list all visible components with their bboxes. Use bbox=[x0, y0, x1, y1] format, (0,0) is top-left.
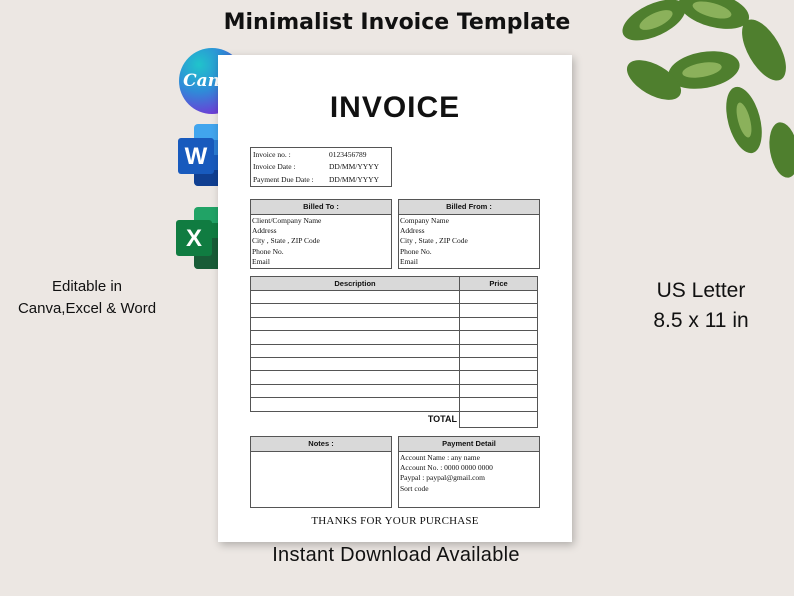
editable-caption-line2: Canva,Excel & Word bbox=[17, 300, 157, 317]
billed-from-line: Phone No. bbox=[400, 246, 432, 256]
price-cell bbox=[459, 383, 538, 399]
payment-detail-box: Payment Detail Account Name : any name A… bbox=[398, 436, 540, 508]
invoice-sheet: INVOICE Invoice no. : 0123456789 Invoice… bbox=[218, 55, 572, 542]
billed-from-line: City , State , ZIP Code bbox=[400, 236, 468, 246]
price-cell bbox=[459, 330, 538, 345]
billed-to-line: Phone No. bbox=[252, 246, 284, 256]
billed-to-line: Address bbox=[252, 226, 277, 236]
meta-label: Payment Due Date : bbox=[253, 174, 314, 184]
billed-to-box: Billed To : Client/Company Name Address … bbox=[250, 199, 392, 269]
meta-value: 0123456789 bbox=[329, 149, 367, 159]
price-header: Price bbox=[459, 276, 538, 291]
payment-line: Paypal : paypal@gmail.com bbox=[400, 473, 486, 483]
description-cell bbox=[250, 303, 460, 318]
items-table: Description Price TOTAL bbox=[250, 276, 538, 428]
billed-from-line: Address bbox=[400, 226, 425, 236]
price-cell bbox=[459, 343, 538, 358]
table-row bbox=[250, 316, 538, 332]
meta-label: Invoice Date : bbox=[253, 162, 296, 172]
description-cell bbox=[250, 370, 460, 385]
meta-row-invoice-no: Invoice no. : 0123456789 bbox=[251, 148, 391, 161]
description-cell bbox=[250, 316, 460, 332]
description-cell bbox=[250, 343, 460, 358]
table-row bbox=[250, 397, 538, 412]
billed-from-line: Email bbox=[400, 256, 418, 266]
table-row bbox=[250, 289, 538, 305]
description-cell bbox=[250, 289, 460, 305]
notes-heading: Notes : bbox=[251, 437, 391, 452]
table-row bbox=[250, 343, 538, 358]
invoice-title: INVOICE bbox=[329, 91, 461, 124]
billed-to-line: City , State , ZIP Code bbox=[252, 236, 320, 246]
price-cell bbox=[459, 370, 538, 385]
size-caption-line1: US Letter bbox=[656, 279, 746, 302]
items-header-row: Description Price bbox=[250, 276, 538, 291]
invoice-meta-box: Invoice no. : 0123456789 Invoice Date : … bbox=[250, 147, 392, 187]
page-headline: Minimalist Invoice Template bbox=[223, 10, 571, 35]
total-value-cell bbox=[459, 410, 538, 428]
meta-value: DD/MM/YYYY bbox=[329, 174, 380, 184]
meta-value: DD/MM/YYYY bbox=[329, 162, 380, 172]
notes-box: Notes : bbox=[250, 436, 392, 508]
description-cell bbox=[250, 383, 460, 399]
payment-line: Sort code bbox=[400, 483, 429, 493]
editable-caption: Editable in Canva,Excel & Word bbox=[0, 276, 174, 320]
table-row bbox=[250, 330, 538, 345]
table-row bbox=[250, 383, 538, 399]
meta-row-due-date: Payment Due Date : DD/MM/YYYY bbox=[251, 173, 391, 186]
billed-to-line: Email bbox=[252, 256, 270, 266]
excel-icon-letter: X bbox=[186, 225, 202, 252]
total-row: TOTAL bbox=[251, 410, 538, 428]
billed-from-box: Billed From : Company Name Address City … bbox=[398, 199, 540, 269]
download-caption: Instant Download Available bbox=[272, 544, 520, 566]
size-caption: US Letter 8.5 x 11 in bbox=[628, 276, 774, 336]
price-cell bbox=[459, 289, 538, 305]
description-cell bbox=[250, 330, 460, 345]
payment-detail-heading: Payment Detail bbox=[399, 437, 539, 452]
billed-from-line: Company Name bbox=[400, 216, 449, 225]
price-cell bbox=[459, 397, 538, 412]
billed-to-line: Client/Company Name bbox=[252, 216, 322, 225]
price-cell bbox=[459, 356, 538, 372]
price-cell bbox=[459, 316, 538, 332]
description-cell bbox=[250, 397, 460, 412]
word-icon-letter: W bbox=[185, 143, 208, 170]
payment-detail-body: Account Name : any name Account No. : 00… bbox=[399, 452, 539, 494]
table-row bbox=[250, 370, 538, 385]
total-label: TOTAL bbox=[427, 414, 457, 425]
meta-row-invoice-date: Invoice Date : DD/MM/YYYY bbox=[251, 161, 391, 174]
items-body: TOTAL bbox=[250, 289, 538, 428]
description-cell bbox=[250, 356, 460, 372]
payment-line: Account No. : 0000 0000 0000 bbox=[400, 463, 493, 473]
billed-to-body: Client/Company Name Address City , State… bbox=[251, 215, 391, 267]
meta-label: Invoice no. : bbox=[253, 149, 291, 159]
description-header: Description bbox=[250, 276, 460, 291]
billed-from-body: Company Name Address City , State , ZIP … bbox=[399, 215, 539, 267]
size-caption-line2: 8.5 x 11 in bbox=[653, 309, 749, 332]
invoice-footer: THANKS FOR YOUR PURCHASE bbox=[311, 515, 479, 527]
editable-caption-line1: Editable in bbox=[51, 278, 123, 295]
table-row bbox=[250, 303, 538, 318]
table-row bbox=[250, 356, 538, 372]
payment-line: Account Name : any name bbox=[400, 453, 480, 462]
price-cell bbox=[459, 303, 538, 318]
billed-to-heading: Billed To : bbox=[251, 200, 391, 215]
billed-from-heading: Billed From : bbox=[399, 200, 539, 215]
